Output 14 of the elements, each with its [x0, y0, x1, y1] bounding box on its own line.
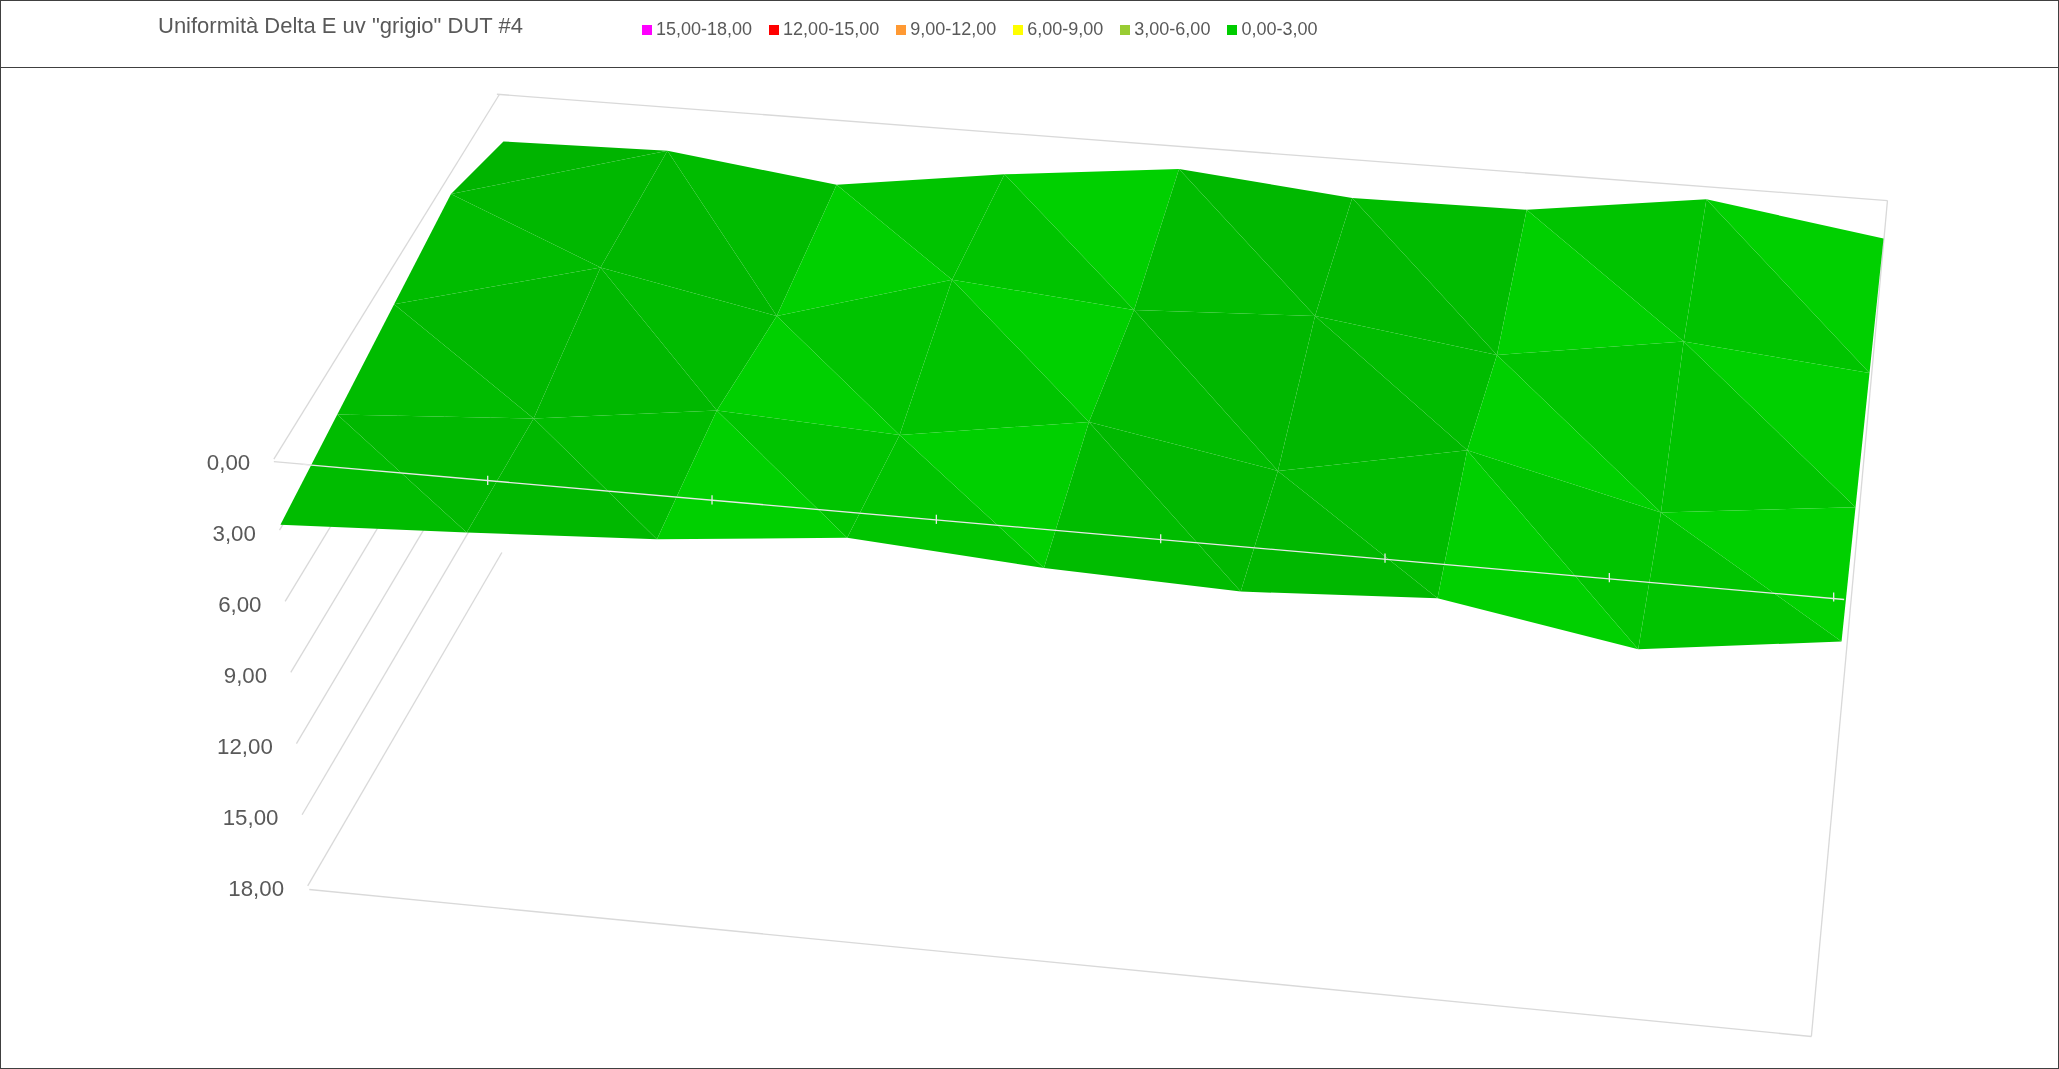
- legend-label: 12,00-15,00: [783, 19, 880, 40]
- chart-title: Uniformità Delta E uv "grigio" DUT #4: [158, 13, 524, 39]
- legend-label: 3,00-6,00: [1134, 19, 1211, 40]
- axis-label: 12,00: [217, 734, 273, 760]
- axis-label: 0,00: [206, 449, 251, 475]
- axis-label: 15,00: [222, 805, 279, 831]
- axis-label: 6,00: [218, 591, 262, 617]
- axis-label: 9,00: [223, 662, 268, 688]
- legend-label: 6,00-9,00: [1027, 19, 1104, 40]
- legend-label: 9,00-12,00: [910, 19, 997, 40]
- axis-label: 18,00: [228, 876, 285, 902]
- axis-label: 3,00: [212, 520, 256, 546]
- legend-label: 0,00-3,00: [1241, 19, 1318, 40]
- legend-label: 15,00-18,00: [656, 19, 753, 40]
